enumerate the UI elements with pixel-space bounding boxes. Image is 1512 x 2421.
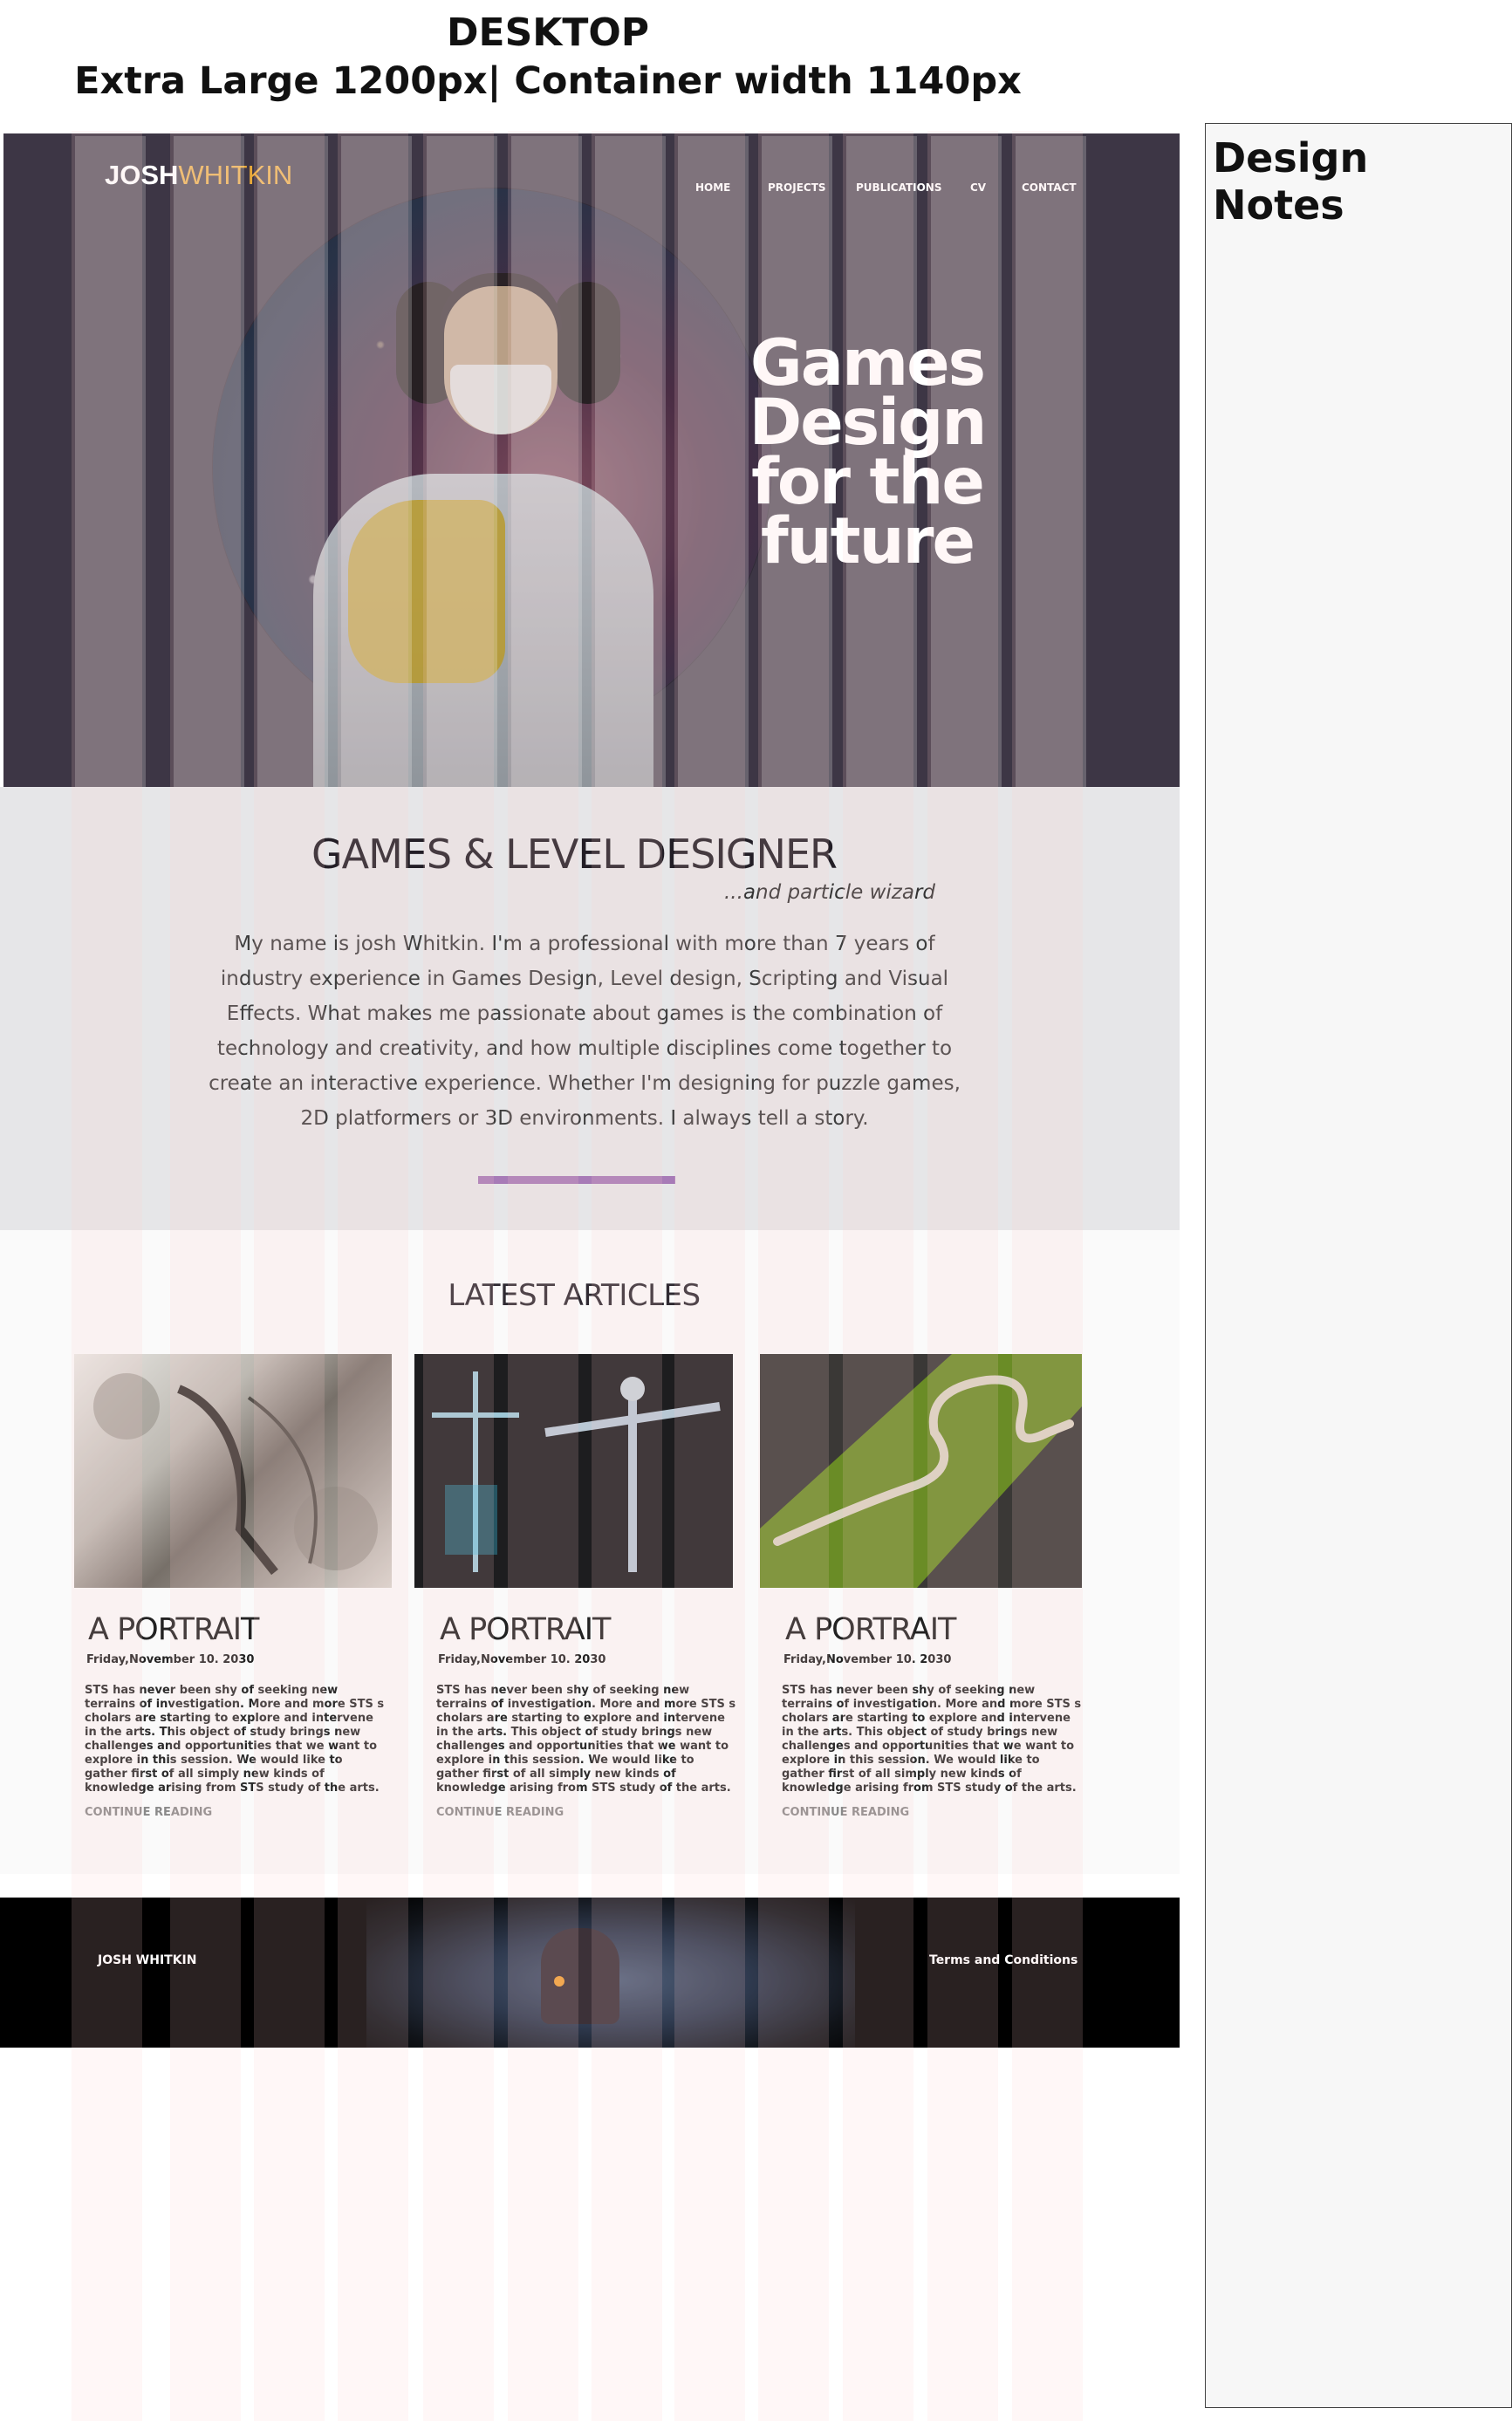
article-excerpt: STS has never been shy of seeking new te… (436, 1684, 736, 1795)
portrait-sketch-icon (93, 1373, 378, 1576)
hero-headline-line: Games (749, 326, 986, 400)
site-logo[interactable]: JOSHWHITKIN (105, 160, 292, 191)
articles-title: LATEST ARTICLES (448, 1278, 701, 1313)
nav-contact[interactable]: CONTACT (1022, 181, 1077, 194)
article-excerpt: STS has never been shy of seeking new te… (85, 1684, 385, 1795)
article-title[interactable]: A PORTRAIT (440, 1612, 611, 1647)
hero-illustration-armor (348, 500, 505, 683)
footer-brand[interactable]: JOSH WHITKIN (98, 1953, 196, 1967)
intro-paragraph: My name is josh Whitkin. I'm a professio… (209, 933, 961, 1130)
article-excerpt: STS has never been shy of seeking new te… (782, 1684, 1082, 1795)
hero-headline-line: for the (751, 445, 985, 519)
page-mockup: JOSHWHITKIN HOME PROJECTS PUBLICATIONS C… (0, 131, 1180, 2421)
article-image[interactable] (760, 1354, 1082, 1588)
design-notes-title: Design Notes (1213, 134, 1369, 229)
hero-headline-line: future (760, 504, 975, 578)
article-image[interactable] (414, 1354, 733, 1588)
article-date: Friday,November 10. 2030 (438, 1653, 606, 1666)
continue-reading-link[interactable]: CONTINUE READING (85, 1806, 212, 1819)
breakpoint-label: DESKTOP (446, 10, 650, 55)
hero-headline: Games Design for the future (710, 326, 1024, 578)
logo-last-name: WHITKIN (178, 160, 293, 190)
nav-cv[interactable]: CV (970, 181, 986, 194)
nav-publications[interactable]: PUBLICATIONS (856, 181, 942, 194)
intro-section: GAMES & LEVEL DESIGNER ...and particle w… (0, 787, 1180, 1230)
continue-reading-link[interactable]: CONTINUE READING (436, 1806, 564, 1819)
intro-subtitle: ...and particle wizard (724, 881, 935, 904)
article-image[interactable] (74, 1354, 392, 1588)
logo-first-name: JOSH (105, 160, 179, 190)
article-date: Friday,November 10. 2030 (86, 1653, 255, 1666)
design-notes-panel: Design Notes (1205, 123, 1512, 2408)
hero-illustration-hair-bun (555, 282, 620, 404)
footer: JOSH WHITKIN Terms and Conditions (0, 1898, 1180, 2048)
footer-hut-illustration (541, 1928, 619, 2024)
intro-title: GAMES & LEVEL DESIGNER (311, 831, 838, 878)
hero-headline-line: Design (749, 386, 988, 460)
continue-reading-link[interactable]: CONTINUE READING (782, 1806, 909, 1819)
article-title[interactable]: A PORTRAIT (88, 1612, 259, 1647)
article-date: Friday,November 10. 2030 (783, 1653, 952, 1666)
terms-link[interactable]: Terms and Conditions (929, 1953, 1078, 1967)
breakpoint-description: Extra Large 1200px| Container width 1140… (74, 59, 1022, 103)
intro-divider (478, 1176, 675, 1184)
article-title[interactable]: A PORTRAIT (785, 1612, 956, 1647)
hero-section: JOSHWHITKIN HOME PROJECTS PUBLICATIONS C… (3, 133, 1180, 787)
footer-lantern-glow (554, 1976, 564, 1987)
articles-section: LATEST ARTICLES A PORTRAIT Friday,Novemb… (0, 1230, 1180, 1874)
nav-projects[interactable]: PROJECTS (768, 181, 826, 194)
character-model-icon (432, 1371, 721, 1572)
nav-home[interactable]: HOME (695, 181, 730, 194)
race-track-icon (760, 1354, 1082, 1588)
